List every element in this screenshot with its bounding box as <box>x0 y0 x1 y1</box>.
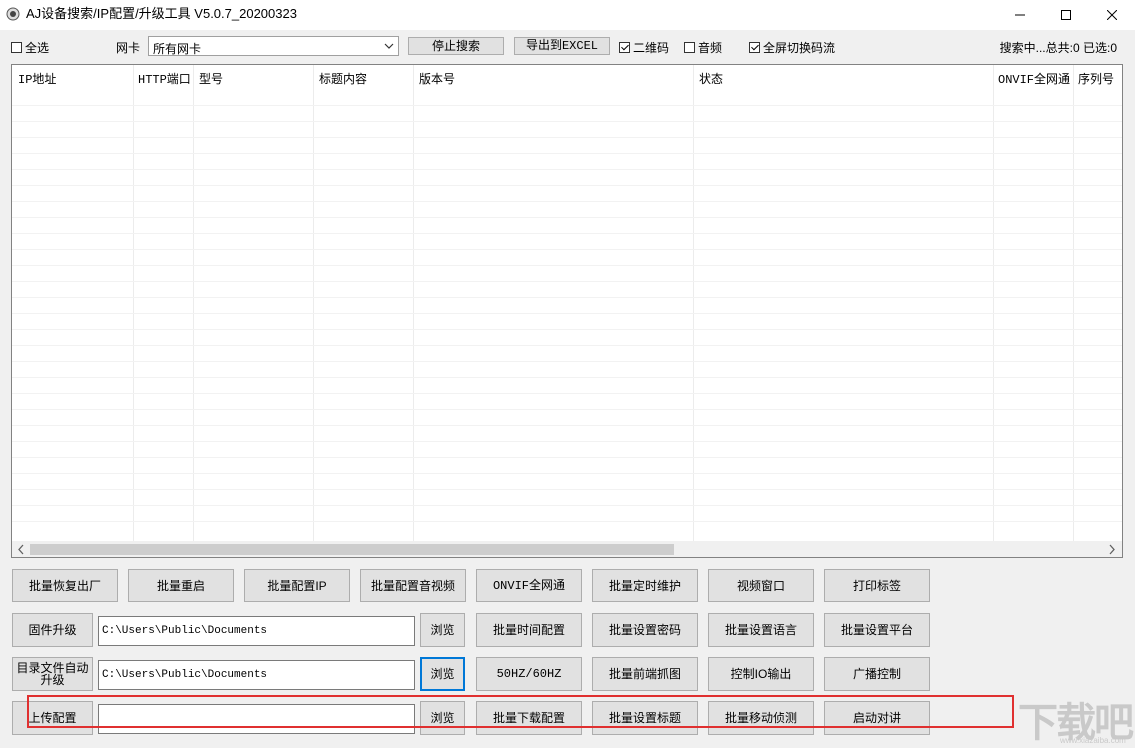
maximize-icon <box>1061 10 1071 20</box>
batch-config-av-button[interactable]: 批量配置音视频 <box>360 569 466 602</box>
firmware-browse-button[interactable]: 浏览 <box>420 613 465 647</box>
nic-label: 网卡 <box>116 41 141 55</box>
column-header-status[interactable]: 状态 <box>699 70 723 87</box>
column-header-onvif[interactable]: ONVIF全网通 <box>998 70 1070 87</box>
batch-time-config-button[interactable]: 批量时间配置 <box>476 613 582 647</box>
select-all-checkbox[interactable]: 全选 <box>11 39 49 56</box>
chevron-right-icon[interactable] <box>1106 544 1118 555</box>
frequency-50-60hz-button[interactable]: 50HZ/60HZ <box>476 657 582 691</box>
batch-factory-reset-button[interactable]: 批量恢复出厂 <box>12 569 118 602</box>
stop-search-button[interactable]: 停止搜索 <box>408 37 504 55</box>
device-list[interactable]: IP地址 HTTP端口 型号 标题内容 版本号 状态 ONVIF全网通 序列号 <box>11 64 1123 558</box>
column-header-title[interactable]: 标题内容 <box>319 70 367 87</box>
batch-set-password-button[interactable]: 批量设置密码 <box>592 613 698 647</box>
control-io-output-button[interactable]: 控制IO输出 <box>708 657 814 691</box>
watermark-url: www.xiazaiba.com <box>1060 736 1126 745</box>
nic-select[interactable]: 所有网卡 <box>148 36 399 56</box>
checkbox-box <box>749 42 760 53</box>
batch-snapshot-button[interactable]: 批量前端抓图 <box>592 657 698 691</box>
highlight-box <box>27 695 1014 728</box>
batch-scheduled-maintenance-button[interactable]: 批量定时维护 <box>592 569 698 602</box>
batch-config-ip-button[interactable]: 批量配置IP <box>244 569 350 602</box>
audio-checkbox[interactable]: 音频 <box>684 39 722 56</box>
qrcode-checkbox[interactable]: 二维码 <box>619 39 669 56</box>
video-window-button[interactable]: 视频窗口 <box>708 569 814 602</box>
export-excel-button[interactable]: 导出到EXCEL <box>514 37 610 55</box>
column-header-version[interactable]: 版本号 <box>419 70 455 87</box>
column-header-ip[interactable]: IP地址 <box>18 70 56 87</box>
checkbox-box <box>619 42 630 53</box>
maximize-button[interactable] <box>1043 0 1089 30</box>
title-bar: AJ设备搜索/IP配置/升级工具 V5.0.7_20200323 <box>0 0 1135 30</box>
column-header-http-port[interactable]: HTTP端口 <box>138 70 191 87</box>
app-camera-icon <box>6 7 20 21</box>
firmware-path-input[interactable]: C:\Users\Public\Documents <box>98 616 415 646</box>
horizontal-scrollbar[interactable] <box>12 541 1122 557</box>
batch-set-language-button[interactable]: 批量设置语言 <box>708 613 814 647</box>
window-title: AJ设备搜索/IP配置/升级工具 V5.0.7_20200323 <box>26 6 297 21</box>
onvif-button[interactable]: ONVIF全网通 <box>476 569 582 602</box>
batch-set-platform-button[interactable]: 批量设置平台 <box>824 613 930 647</box>
chevron-left-icon[interactable] <box>15 544 27 555</box>
firmware-upgrade-button[interactable]: 固件升级 <box>12 613 93 647</box>
print-label-button[interactable]: 打印标签 <box>824 569 930 602</box>
fullscreen-switch-checkbox[interactable]: 全屏切换码流 <box>749 39 835 56</box>
column-header-serial[interactable]: 序列号 <box>1078 70 1114 87</box>
broadcast-control-button[interactable]: 广播控制 <box>824 657 930 691</box>
checkbox-box <box>684 42 695 53</box>
dir-path-input[interactable]: C:\Users\Public\Documents <box>98 660 415 690</box>
dir-auto-upgrade-button[interactable]: 目录文件自动 升级 <box>12 657 93 691</box>
chevron-down-icon <box>384 43 394 49</box>
column-header-model[interactable]: 型号 <box>199 70 223 87</box>
batch-reboot-button[interactable]: 批量重启 <box>128 569 234 602</box>
minimize-button[interactable] <box>997 0 1043 30</box>
dir-browse-button[interactable]: 浏览 <box>420 657 465 691</box>
search-status: 搜索中...总共:0 已选:0 <box>999 41 1117 55</box>
nic-select-value: 所有网卡 <box>153 42 202 56</box>
close-icon <box>1107 10 1117 20</box>
close-button[interactable] <box>1089 0 1135 30</box>
minimize-icon <box>1015 14 1025 16</box>
scrollbar-thumb[interactable] <box>30 544 674 555</box>
checkbox-box <box>11 42 22 53</box>
